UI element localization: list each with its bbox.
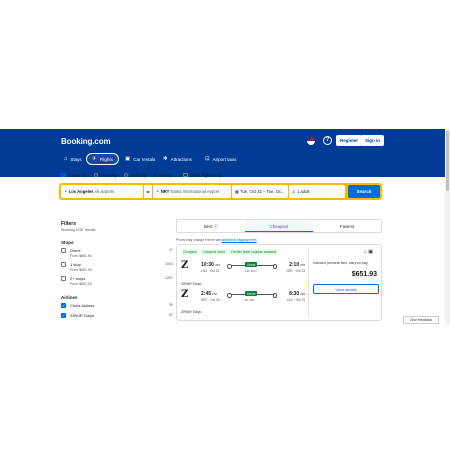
search-button[interactable]: Search — [348, 185, 380, 198]
direct-only-checkbox[interactable]: Direct flights only — [183, 173, 221, 178]
arrival-time: 2:10 PM — [289, 262, 305, 268]
zipair-logo-icon: Z — [181, 260, 189, 271]
arrival-info: NRT · Oct 23 — [286, 269, 305, 273]
departure-time: 2:45 PM — [201, 291, 217, 297]
us-flag-icon[interactable] — [307, 137, 315, 145]
header: Booking.com ? Register Sign in ⌂ Stays ✈ F… — [0, 129, 450, 177]
checkbox-checked-icon: ✓ — [61, 313, 66, 318]
departure-info: LAX · Oct 22 — [201, 269, 220, 273]
carry-on-bag-icon: ▣ — [368, 249, 373, 255]
filter-airline-zipair[interactable]: ✓ ZIPAIR Tokyo 57 — [61, 312, 173, 320]
taxi-icon: ⊡ — [205, 156, 210, 162]
filter-stop-2plus[interactable]: 2+ stops From $651.93 1257 — [61, 275, 173, 287]
sort-tabs: Best ⓘ Cheapest Fastest — [176, 219, 382, 233]
chevron-down-icon: ⌄ — [172, 172, 177, 178]
tab-fastest[interactable]: Fastest — [313, 220, 381, 232]
sign-in-button[interactable]: Sign in — [361, 135, 384, 146]
filters-panel: Filters Showing 1257 results Stops Direc… — [61, 221, 173, 320]
badge-cheapest: Cheapest — [181, 249, 199, 255]
price-note: Prices may change if there are additiona… — [176, 238, 257, 242]
departure-time: 10:30 AM — [201, 262, 220, 268]
checkbox-icon — [61, 276, 66, 281]
nav-flights[interactable]: ✈ Flights — [86, 153, 119, 165]
one-way-radio[interactable]: One way — [93, 172, 117, 178]
view-details-button[interactable]: View details — [313, 284, 379, 294]
badges: Cheapest Cheapest direct Flexible ticket… — [181, 249, 279, 255]
nav-car-rentals[interactable]: ▣ Car rentals — [120, 153, 160, 165]
booking-logo[interactable]: Booking.com — [61, 137, 111, 146]
bed-icon: ⌂ — [64, 156, 68, 162]
checkbox-icon — [61, 262, 66, 267]
travelers-field[interactable]: ♙ 1 adult — [289, 185, 345, 198]
results-count: Showing 1257 results — [61, 228, 96, 232]
filter-stop-1[interactable]: 1 stop From $651.93 1093 — [61, 261, 173, 273]
direct-badge: Direct — [245, 262, 258, 267]
duration: 11h 40m — [245, 269, 257, 273]
nav-stays[interactable]: ⌂ Stays — [59, 153, 87, 165]
plane-takeoff-icon: ⚬ — [64, 189, 68, 194]
swap-icon[interactable]: ⇄ — [144, 185, 152, 198]
radio-icon — [123, 172, 129, 178]
departure-info: NRT · Oct 29 — [201, 298, 220, 302]
baggage-fees-link[interactable]: additional baggage fees — [222, 238, 257, 242]
register-button[interactable]: Register — [336, 135, 363, 146]
zipair-logo-icon: Z — [181, 289, 189, 300]
flight-card[interactable]: Cheapest Cheapest direct Flexible ticket… — [176, 244, 382, 321]
dates-field[interactable]: ▦ Tue, Oct 22 – Tue, Oc... — [232, 185, 288, 198]
content-area: Filters Showing 1257 results Stops Direc… — [0, 208, 450, 325]
filter-airline-china[interactable]: ✓ China Airlines 39 — [61, 302, 173, 310]
personal-item-icon: ⌂ — [363, 249, 367, 255]
radio-selected-icon — [61, 172, 66, 178]
scrollbar-thumb[interactable] — [446, 131, 449, 191]
booking-page: Booking.com ? Register Sign in ⌂ Stays ✈ F… — [0, 129, 450, 325]
radio-icon — [93, 172, 99, 178]
to-field[interactable]: ⚬ NRT Narita International Airport — [153, 185, 231, 198]
checkbox-icon — [183, 172, 188, 178]
badge-flexible: Flexible ticket upgrade available — [228, 249, 279, 255]
checkbox-icon — [61, 248, 66, 253]
trip-type-row: Round trip One way Multi-city Economy ⌄ … — [61, 171, 221, 179]
search-bar: ⚬ Los Angeles All airports ⇄ ⚬ NRT Narit… — [59, 183, 382, 200]
filters-title: Filters — [61, 221, 77, 227]
cabin-class-select[interactable]: Economy ⌄ — [154, 173, 176, 178]
airlines-title: Airlines — [61, 295, 78, 300]
direct-badge: Direct — [245, 291, 258, 296]
multi-city-radio[interactable]: Multi-city — [123, 172, 147, 178]
badge-cheapest-direct: Cheapest direct — [200, 249, 227, 255]
included-baggage: Included: personal item, carry-on bag — [313, 261, 368, 265]
nav-attractions[interactable]: ✻ Attractions — [158, 153, 197, 165]
checkbox-checked-icon: ✓ — [61, 303, 66, 308]
duration: 9h 45m — [245, 298, 256, 302]
info-icon: ⓘ — [213, 224, 219, 229]
return-leg: Z 2:45 PM NRT · Oct 29 Direct 9h 45m 8:3… — [181, 289, 305, 307]
plane-landing-icon: ⚬ — [156, 189, 160, 194]
tab-best[interactable]: Best ⓘ — [177, 220, 245, 232]
card-divider — [308, 249, 309, 317]
operator-label: ZIPAIR Tokyo — [181, 310, 202, 314]
person-icon: ♙ — [292, 189, 296, 194]
tab-cheapest[interactable]: Cheapest — [245, 220, 313, 232]
baggage-icons: ⌂ ▣ — [364, 249, 373, 255]
outbound-leg: Z 10:30 AM LAX · Oct 22 Direct 11h 40m 2… — [181, 260, 305, 278]
arrival-info: LAX · Oct 29 — [286, 298, 305, 302]
car-icon: ▣ — [125, 156, 131, 162]
round-trip-radio[interactable]: Round trip — [61, 173, 87, 178]
help-icon[interactable]: ? — [323, 136, 332, 145]
arrival-time: 8:30 AM — [289, 291, 305, 297]
stops-title: Stops — [61, 240, 74, 245]
nav-airport-taxis[interactable]: ⊡ Airport taxis — [200, 153, 241, 165]
operator-label: ZIPAIR Tokyo — [181, 282, 202, 286]
give-feedback-button[interactable]: Give feedback — [403, 316, 439, 324]
price: $651.93 — [351, 271, 377, 278]
filter-stop-direct[interactable]: Direct From $651.93 47 — [61, 247, 173, 259]
calendar-icon: ▦ — [235, 189, 239, 194]
attractions-icon: ✻ — [163, 156, 168, 162]
plane-icon: ✈ — [92, 156, 97, 162]
from-field[interactable]: ⚬ Los Angeles All airports — [61, 185, 143, 198]
